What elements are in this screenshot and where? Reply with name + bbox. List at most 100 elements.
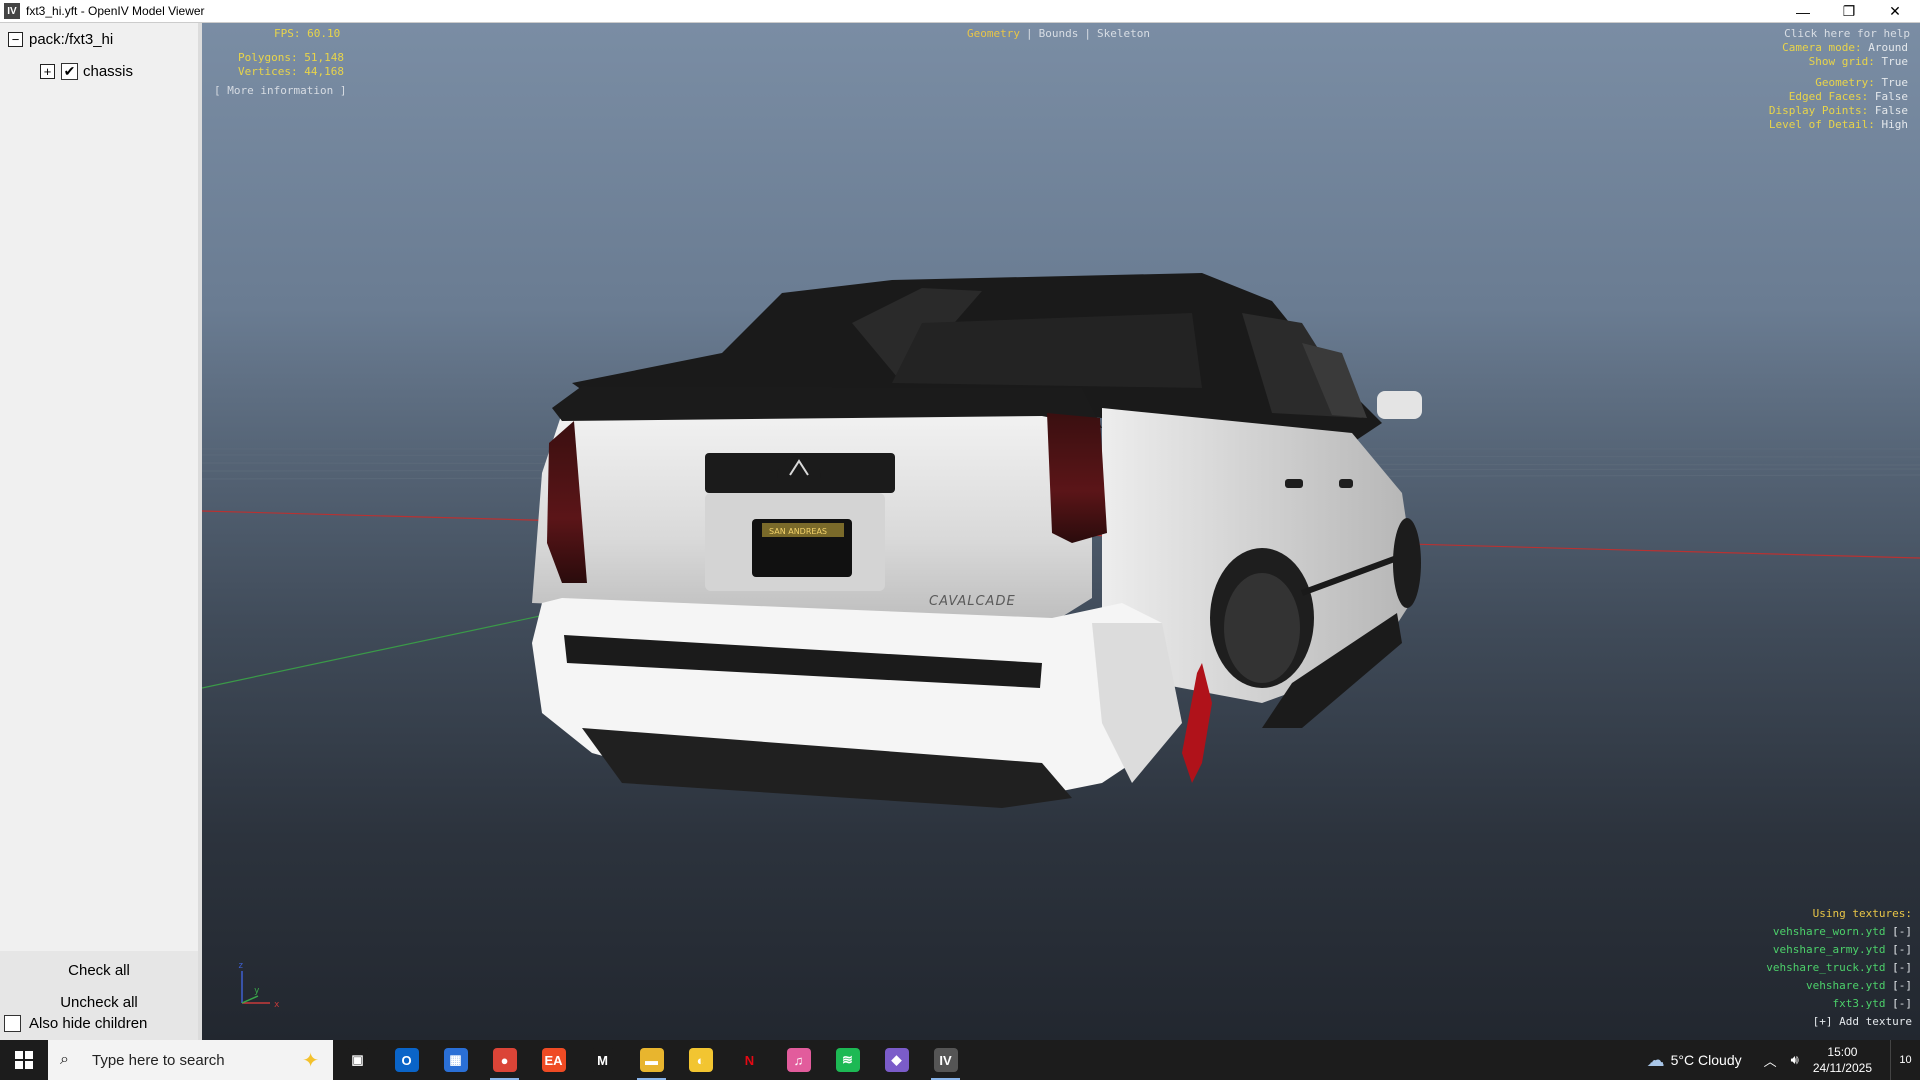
tree-item-label: chassis bbox=[83, 63, 134, 80]
also-hide-children-checkbox[interactable] bbox=[4, 1015, 21, 1032]
3d-viewport[interactable]: SAN ANDREAS CAVALCADE z y x FPS: 60.10 P… bbox=[202, 23, 1920, 1040]
notifications-button[interactable]: 10 bbox=[1890, 1040, 1920, 1080]
texture-name[interactable]: vehshare_army.ytd bbox=[1773, 943, 1886, 956]
itunes-icon: ♫ bbox=[786, 1048, 811, 1072]
store-icon: ▦ bbox=[443, 1048, 468, 1072]
taskbar-app-outlook[interactable]: O bbox=[382, 1040, 431, 1080]
remove-texture-button[interactable]: [-] bbox=[1892, 979, 1912, 992]
license-plate-text: SAN ANDREAS bbox=[769, 527, 827, 536]
close-button[interactable]: ✕ bbox=[1872, 0, 1918, 23]
tree-item-chassis[interactable]: + ✔ chassis bbox=[40, 63, 133, 80]
option-camera-mode[interactable]: Camera mode: Around bbox=[1782, 41, 1908, 54]
taskbar-app-yellow-app[interactable]: ◐ bbox=[676, 1040, 725, 1080]
tab-geometry[interactable]: Geometry bbox=[967, 27, 1020, 40]
option-edged-faces[interactable]: Edged Faces: False bbox=[1789, 90, 1908, 103]
axis-z-label: z bbox=[238, 961, 243, 971]
view-mode-tabs: Geometry | Bounds | Skeleton bbox=[967, 27, 1150, 40]
weather-text: 5°C Cloudy bbox=[1670, 1052, 1742, 1068]
tree-item-root[interactable]: − pack:/fxt3_hi bbox=[8, 31, 113, 48]
m-app-icon: M bbox=[590, 1048, 615, 1072]
collapse-icon[interactable]: − bbox=[8, 32, 23, 47]
clock[interactable]: 15:00 24/11/2025 bbox=[1813, 1044, 1872, 1076]
remove-texture-button[interactable]: [-] bbox=[1892, 925, 1912, 938]
vs-app-icon: ◆ bbox=[884, 1048, 909, 1072]
texture-name[interactable]: vehshare_truck.ytd bbox=[1766, 961, 1885, 974]
option-show-grid[interactable]: Show grid: True bbox=[1809, 55, 1908, 68]
taskbar-app-m-app[interactable]: M bbox=[578, 1040, 627, 1080]
weather-widget[interactable]: ☁ 5°C Cloudy bbox=[1647, 1050, 1742, 1071]
task-view-icon: ▣ bbox=[345, 1048, 370, 1072]
tab-separator: | bbox=[1025, 27, 1033, 40]
axis-x-label: x bbox=[274, 1000, 280, 1010]
search-placeholder: Type here to search bbox=[92, 1051, 225, 1069]
model-tree: − pack:/fxt3_hi + ✔ chassis bbox=[0, 23, 198, 951]
taskbar-app-chrome[interactable]: ● bbox=[480, 1040, 529, 1080]
minimize-button[interactable]: — bbox=[1780, 0, 1826, 23]
taskbar-app-itunes[interactable]: ♫ bbox=[774, 1040, 823, 1080]
texture-name[interactable]: vehshare_worn.ytd bbox=[1773, 925, 1886, 938]
taskbar-app-spotify[interactable]: ≋ bbox=[823, 1040, 872, 1080]
restore-button[interactable]: ❐ bbox=[1826, 0, 1872, 23]
model-badge-text: CAVALCADE bbox=[929, 594, 1016, 609]
polygons-readout: Polygons: 51,148 bbox=[238, 51, 344, 64]
help-link[interactable]: Click here for help bbox=[1784, 27, 1910, 40]
taskbar-app-ea[interactable]: EA bbox=[529, 1040, 578, 1080]
axis-y-label: y bbox=[254, 986, 260, 996]
texture-item: vehshare_worn.ytd [-] bbox=[1612, 925, 1912, 943]
start-button[interactable] bbox=[0, 1040, 48, 1080]
texture-name[interactable]: fxt3.ytd bbox=[1833, 997, 1886, 1010]
option-display-points[interactable]: Display Points: False bbox=[1769, 104, 1908, 117]
vehicle-model: SAN ANDREAS CAVALCADE bbox=[532, 273, 1422, 808]
more-information-link[interactable]: [ More information ] bbox=[214, 84, 346, 97]
taskbar-app-netflix[interactable]: N bbox=[725, 1040, 774, 1080]
texture-item: fxt3.ytd [-] bbox=[1612, 997, 1912, 1015]
model-render[interactable]: SAN ANDREAS CAVALCADE z y x bbox=[202, 23, 1920, 1040]
remove-texture-button[interactable]: [-] bbox=[1892, 961, 1912, 974]
taskbar-app-file-explorer[interactable]: ▬ bbox=[627, 1040, 676, 1080]
windows-icon bbox=[15, 1051, 33, 1069]
chrome-icon: ● bbox=[492, 1048, 517, 1072]
taskbar-apps: ▣ O ▦ ● EA M ▬ ◐ N ♫ ≋ ◆ IV bbox=[333, 1040, 970, 1080]
clock-time: 15:00 bbox=[1827, 1045, 1858, 1059]
tab-skeleton[interactable]: Skeleton bbox=[1097, 27, 1150, 40]
notification-count: 10 bbox=[1899, 1054, 1912, 1066]
remove-texture-button[interactable]: [-] bbox=[1892, 943, 1912, 956]
tab-separator: | bbox=[1084, 27, 1091, 40]
uncheck-all-button[interactable]: Uncheck all bbox=[0, 987, 198, 1017]
openiv-app-icon: IV bbox=[4, 3, 20, 19]
system-tray: ☁ 5°C Cloudy ︿ 🔊︎ 15:00 24/11/2025 10 bbox=[1647, 1040, 1920, 1080]
taskbar-app-task-view[interactable]: ▣ bbox=[333, 1040, 382, 1080]
textures-title: Using textures: bbox=[1812, 907, 1912, 920]
texture-item: vehshare.ytd [-] bbox=[1612, 979, 1912, 997]
fps-readout: FPS: 60.10 bbox=[274, 27, 341, 40]
taskbar-app-openiv[interactable]: IV bbox=[921, 1040, 970, 1080]
yellow-app-icon: ◐ bbox=[688, 1048, 713, 1072]
volume-icon[interactable]: 🔊︎ bbox=[1791, 1052, 1799, 1068]
tree-item-label: pack:/fxt3_hi bbox=[29, 31, 114, 48]
netflix-icon: N bbox=[737, 1048, 762, 1072]
axis-gizmo: z y x bbox=[238, 961, 280, 1010]
openiv-icon: IV bbox=[933, 1048, 958, 1072]
window-title: fxt3_hi.yft - OpenIV Model Viewer bbox=[26, 4, 205, 18]
vertices-readout: Vertices: 44,168 bbox=[238, 65, 344, 78]
add-texture-button[interactable]: [+] Add texture bbox=[1612, 1015, 1912, 1033]
tab-bounds[interactable]: Bounds bbox=[1039, 27, 1079, 40]
chevron-up-icon[interactable]: ︿ bbox=[1764, 1051, 1777, 1070]
taskbar-app-vs-app[interactable]: ◆ bbox=[872, 1040, 921, 1080]
textures-list: Using textures: vehshare_worn.ytd [-] ve… bbox=[1612, 907, 1912, 1033]
also-hide-children-option[interactable]: Also hide children bbox=[4, 1015, 147, 1032]
texture-item: vehshare_army.ytd [-] bbox=[1612, 943, 1912, 961]
clock-date: 24/11/2025 bbox=[1812, 1061, 1872, 1075]
option-level-of-detail[interactable]: Level of Detail: High bbox=[1769, 118, 1908, 131]
cloud-icon: ☁ bbox=[1646, 1049, 1665, 1070]
expand-icon[interactable]: + bbox=[40, 64, 55, 79]
spotify-icon: ≋ bbox=[835, 1048, 860, 1072]
remove-texture-button[interactable]: [-] bbox=[1892, 997, 1912, 1010]
chassis-checkbox[interactable]: ✔ bbox=[61, 63, 78, 80]
taskbar-search[interactable]: ⌕ Type here to search ✦ bbox=[48, 1040, 333, 1080]
check-all-button[interactable]: Check all bbox=[0, 955, 198, 985]
taskbar: ⌕ Type here to search ✦ ▣ O ▦ ● EA M ▬ ◐ N ♫ ≋ ◆ IV … bbox=[0, 1040, 1920, 1080]
texture-name[interactable]: vehshare.ytd bbox=[1806, 979, 1885, 992]
taskbar-app-store[interactable]: ▦ bbox=[431, 1040, 480, 1080]
option-geometry[interactable]: Geometry: True bbox=[1815, 76, 1908, 89]
